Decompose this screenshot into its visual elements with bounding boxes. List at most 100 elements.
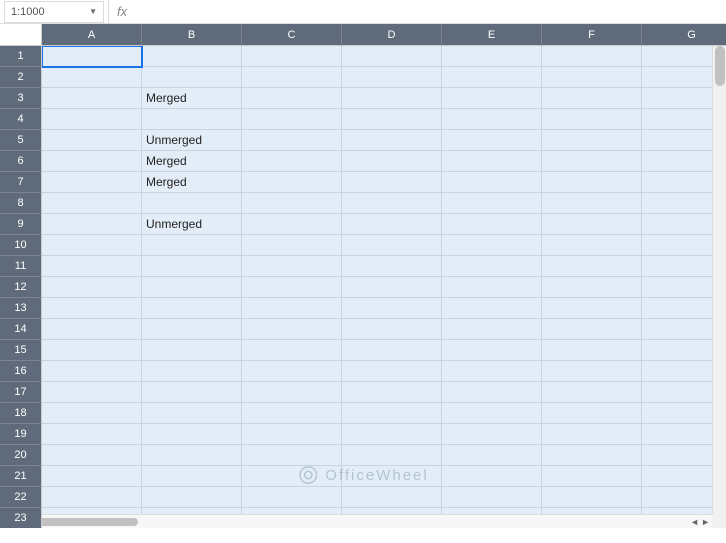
cell[interactable] bbox=[242, 382, 342, 403]
cell[interactable] bbox=[42, 466, 142, 487]
cell[interactable] bbox=[42, 67, 142, 88]
cell[interactable] bbox=[442, 445, 542, 466]
cell[interactable] bbox=[542, 172, 642, 193]
vertical-scroll-thumb[interactable] bbox=[715, 46, 725, 86]
cell[interactable] bbox=[342, 193, 442, 214]
cell[interactable] bbox=[442, 382, 542, 403]
cell[interactable] bbox=[42, 130, 142, 151]
cell-B9[interactable]: Unmerged bbox=[142, 214, 242, 235]
cell[interactable] bbox=[42, 109, 142, 130]
cell[interactable] bbox=[342, 256, 442, 277]
cell-B7[interactable]: Merged bbox=[142, 172, 242, 193]
cell[interactable] bbox=[42, 88, 142, 109]
cell[interactable] bbox=[542, 214, 642, 235]
scroll-left-icon[interactable]: ◄ bbox=[690, 517, 699, 527]
row-header[interactable]: 22 bbox=[0, 487, 42, 508]
cell[interactable] bbox=[42, 172, 142, 193]
cell[interactable] bbox=[542, 445, 642, 466]
cell[interactable] bbox=[442, 130, 542, 151]
cell[interactable] bbox=[442, 46, 542, 67]
cell[interactable] bbox=[442, 319, 542, 340]
column-header[interactable]: A bbox=[42, 24, 142, 46]
cell[interactable] bbox=[242, 46, 342, 67]
row-header[interactable]: 16 bbox=[0, 361, 42, 382]
column-header[interactable]: F bbox=[542, 24, 642, 46]
cell[interactable] bbox=[242, 403, 342, 424]
cell[interactable] bbox=[542, 88, 642, 109]
cell[interactable] bbox=[542, 382, 642, 403]
cell[interactable] bbox=[442, 256, 542, 277]
formula-input[interactable] bbox=[135, 0, 726, 23]
cell[interactable] bbox=[342, 88, 442, 109]
horizontal-scrollbar[interactable]: ◄ ► bbox=[0, 514, 712, 528]
cell[interactable] bbox=[142, 319, 242, 340]
row-header[interactable]: 18 bbox=[0, 403, 42, 424]
cell[interactable] bbox=[542, 130, 642, 151]
cell[interactable] bbox=[442, 466, 542, 487]
cell[interactable] bbox=[242, 214, 342, 235]
cell[interactable] bbox=[142, 424, 242, 445]
cell[interactable] bbox=[442, 172, 542, 193]
cell[interactable] bbox=[142, 67, 242, 88]
cell[interactable] bbox=[242, 340, 342, 361]
cell[interactable] bbox=[442, 487, 542, 508]
cell[interactable] bbox=[542, 151, 642, 172]
cell[interactable] bbox=[242, 109, 342, 130]
cell[interactable] bbox=[42, 424, 142, 445]
cell[interactable] bbox=[42, 361, 142, 382]
column-header[interactable]: G bbox=[642, 24, 726, 46]
cell[interactable] bbox=[442, 340, 542, 361]
row-header[interactable]: 3 bbox=[0, 88, 42, 109]
cell[interactable] bbox=[242, 235, 342, 256]
row-header[interactable]: 20 bbox=[0, 445, 42, 466]
cell[interactable] bbox=[42, 403, 142, 424]
cell[interactable] bbox=[342, 67, 442, 88]
cell-A1[interactable] bbox=[42, 46, 142, 67]
cell[interactable] bbox=[142, 487, 242, 508]
cell[interactable] bbox=[342, 130, 442, 151]
cell[interactable] bbox=[342, 151, 442, 172]
cell[interactable] bbox=[542, 319, 642, 340]
cell[interactable] bbox=[442, 298, 542, 319]
cell[interactable] bbox=[342, 361, 442, 382]
cell[interactable] bbox=[242, 361, 342, 382]
row-header[interactable]: 10 bbox=[0, 235, 42, 256]
row-header[interactable]: 9 bbox=[0, 214, 42, 235]
cell[interactable] bbox=[142, 466, 242, 487]
cell[interactable] bbox=[242, 151, 342, 172]
cell[interactable] bbox=[442, 424, 542, 445]
cell[interactable] bbox=[442, 151, 542, 172]
row-header[interactable]: 14 bbox=[0, 319, 42, 340]
scroll-right-icon[interactable]: ► bbox=[701, 517, 710, 527]
cell[interactable] bbox=[442, 88, 542, 109]
cell[interactable] bbox=[442, 214, 542, 235]
row-header[interactable]: 5 bbox=[0, 130, 42, 151]
row-header[interactable]: 2 bbox=[0, 67, 42, 88]
cell[interactable] bbox=[42, 256, 142, 277]
cell[interactable] bbox=[142, 277, 242, 298]
row-header[interactable]: 8 bbox=[0, 193, 42, 214]
cell[interactable] bbox=[442, 403, 542, 424]
row-header[interactable]: 15 bbox=[0, 340, 42, 361]
cell[interactable] bbox=[342, 214, 442, 235]
row-header[interactable]: 1 bbox=[0, 46, 42, 67]
cell[interactable] bbox=[442, 193, 542, 214]
cell[interactable] bbox=[42, 445, 142, 466]
cell[interactable] bbox=[142, 109, 242, 130]
select-all-corner[interactable] bbox=[0, 24, 42, 46]
cell[interactable] bbox=[42, 319, 142, 340]
cell[interactable] bbox=[42, 340, 142, 361]
cell[interactable] bbox=[342, 487, 442, 508]
row-header[interactable]: 4 bbox=[0, 109, 42, 130]
cell[interactable] bbox=[242, 445, 342, 466]
cell[interactable] bbox=[542, 487, 642, 508]
row-header[interactable]: 11 bbox=[0, 256, 42, 277]
cell[interactable] bbox=[242, 256, 342, 277]
cell[interactable] bbox=[142, 235, 242, 256]
cell[interactable] bbox=[242, 130, 342, 151]
column-header[interactable]: C bbox=[242, 24, 342, 46]
row-header[interactable]: 17 bbox=[0, 382, 42, 403]
cell[interactable] bbox=[142, 340, 242, 361]
cell[interactable] bbox=[142, 403, 242, 424]
cell[interactable] bbox=[342, 424, 442, 445]
